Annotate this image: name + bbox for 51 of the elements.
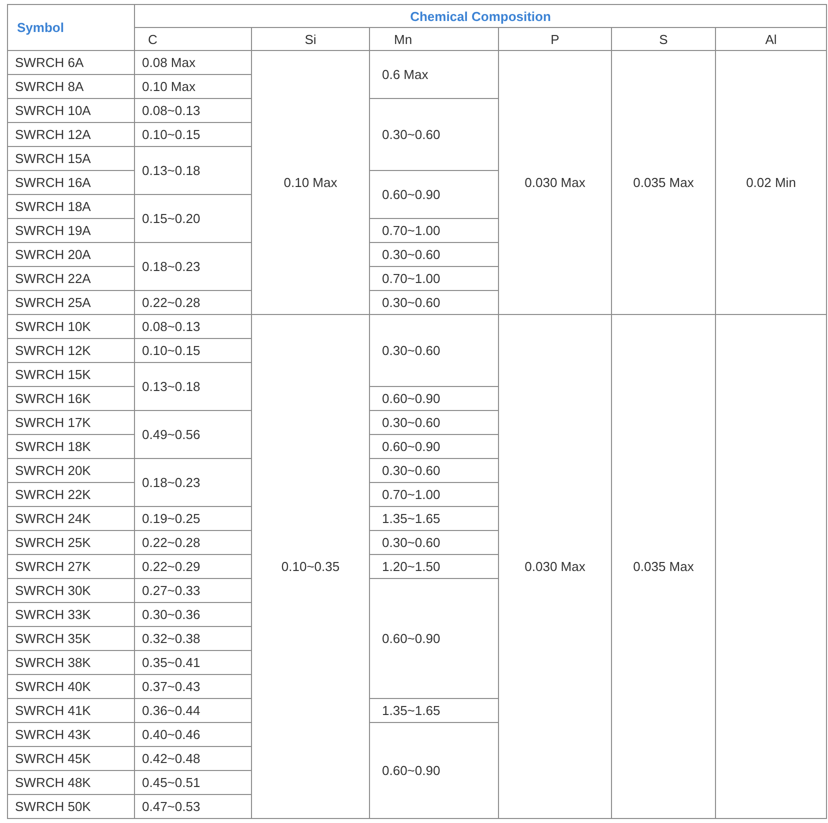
table-cell: SWRCH 25K	[8, 530, 134, 554]
table-cell: SWRCH 18K	[8, 434, 134, 458]
table-cell: SWRCH 40K	[8, 674, 134, 698]
table-cell: SWRCH 50K	[8, 794, 134, 818]
table-cell: SWRCH 16K	[8, 386, 134, 410]
table-cell: SWRCH 35K	[8, 626, 134, 650]
table-cell: 0.08 Max	[134, 50, 252, 74]
table-cell: SWRCH 25A	[8, 290, 134, 314]
table-cell: SWRCH 43K	[8, 722, 134, 746]
table-cell: 0.6 Max	[370, 50, 498, 98]
column-header: Si	[252, 28, 370, 50]
table-cell: SWRCH 45K	[8, 746, 134, 770]
table-cell: SWRCH 10K	[8, 314, 134, 338]
table-cell: SWRCH 33K	[8, 602, 134, 626]
table-cell: SWRCH 15A	[8, 146, 134, 170]
table-cell: 0.10 Max	[252, 50, 370, 314]
table-cell: SWRCH 22A	[8, 266, 134, 290]
table-cell: SWRCH 10A	[8, 98, 134, 122]
table-cell: SWRCH 41K	[8, 698, 134, 722]
table-cell: SWRCH 15K	[8, 362, 134, 386]
table-cell: 0.10~0.35	[252, 314, 370, 818]
table-cell: SWRCH 12K	[8, 338, 134, 362]
table-cell: 0.030 Max	[498, 50, 612, 314]
table-cell: SWRCH 22K	[8, 482, 134, 506]
table-cell: SWRCH 16A	[8, 170, 134, 194]
column-header: P	[498, 28, 612, 50]
column-header: Chemical Composition	[134, 4, 827, 28]
table-cell: SWRCH 48K	[8, 770, 134, 794]
column-header: Al	[716, 28, 827, 50]
table-cell: SWRCH 6A	[8, 50, 134, 74]
table-cell: SWRCH 27K	[8, 554, 134, 578]
table-cell: 0.035 Max	[612, 314, 716, 818]
table-cell: 0.02 Min	[716, 50, 827, 314]
table-cell: SWRCH 24K	[8, 506, 134, 530]
table-cell: SWRCH 20A	[8, 242, 134, 266]
table-cell: SWRCH 19A	[8, 218, 134, 242]
table-cell: SWRCH 8A	[8, 74, 134, 98]
table-cell: SWRCH 17K	[8, 410, 134, 434]
table-cell: SWRCH 38K	[8, 650, 134, 674]
table-cell: SWRCH 30K	[8, 578, 134, 602]
column-header: C	[134, 28, 252, 50]
column-header: S	[612, 28, 716, 50]
table-cell: 0.08~0.13	[134, 314, 252, 338]
table-cell: 0.030 Max	[498, 314, 612, 818]
column-header: Mn	[370, 28, 498, 50]
column-header: Symbol	[8, 4, 134, 50]
table-cell: SWRCH 20K	[8, 458, 134, 482]
table-cell: 0.035 Max	[612, 50, 716, 314]
table-cell: SWRCH 18A	[8, 194, 134, 218]
table-cell: SWRCH 12A	[8, 122, 134, 146]
table-cell: 0.30~0.60	[370, 314, 498, 386]
